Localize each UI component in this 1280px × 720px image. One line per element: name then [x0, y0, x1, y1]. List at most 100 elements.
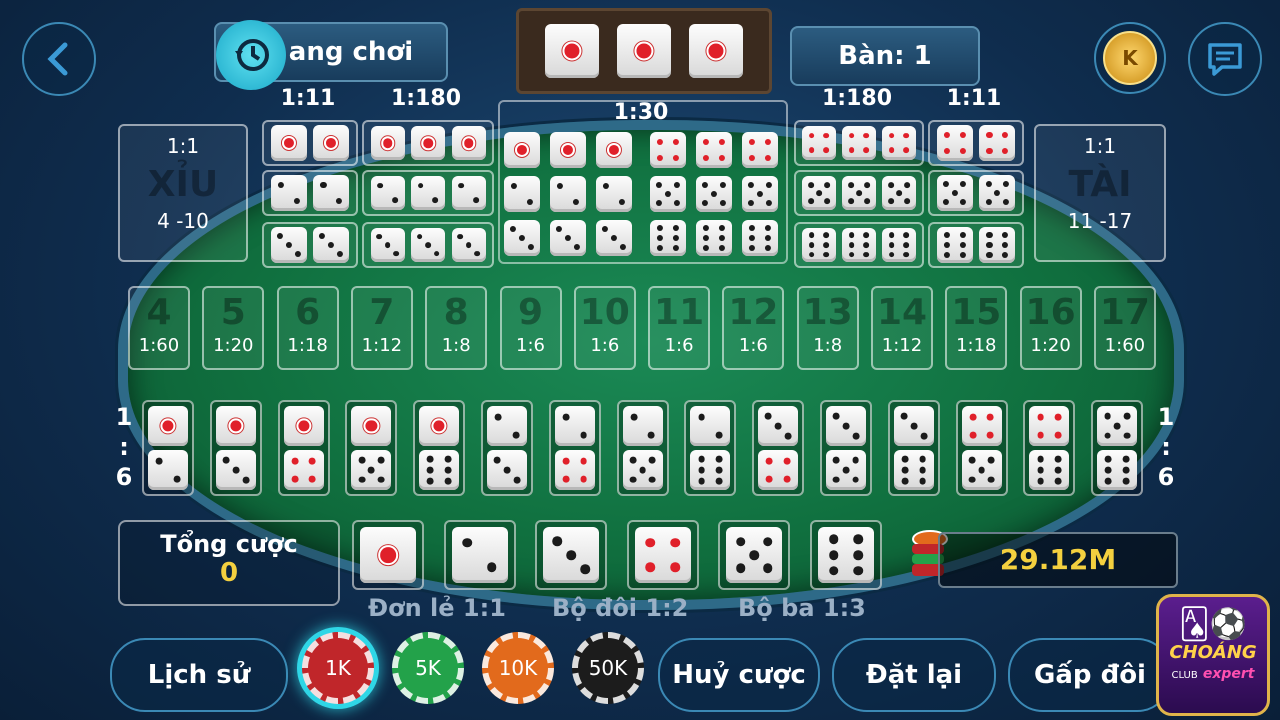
sum-payout: 1:12: [361, 335, 403, 356]
combo-bet-5-6[interactable]: [1091, 400, 1144, 496]
combo-bet-2-4[interactable]: [548, 400, 601, 496]
triple-bet-2[interactable]: [362, 170, 494, 216]
pair-bet-5[interactable]: [928, 170, 1024, 216]
chip-10k[interactable]: 10K: [482, 632, 554, 704]
die-face-4: [554, 450, 595, 490]
cancel-bet-button[interactable]: Huỷ cược: [658, 638, 820, 712]
chip-label: 50K: [588, 656, 628, 680]
pair-bet-3[interactable]: [262, 222, 358, 268]
die-face-4: [1029, 406, 1070, 446]
die-face-3: [893, 406, 934, 446]
die-face-4: [936, 125, 973, 161]
pair-right-ratio: 1:11: [946, 86, 1002, 111]
single-bet-4[interactable]: [626, 520, 699, 590]
triple-bet-1[interactable]: [362, 120, 494, 166]
legend-triple: Bộ ba 1:3: [738, 594, 866, 622]
sum-bet-4[interactable]: 4 1:60: [128, 286, 190, 370]
sum-bet-8[interactable]: 8 1:8: [425, 286, 488, 370]
die-face-3: [313, 227, 350, 263]
chat-button[interactable]: [1188, 22, 1262, 96]
die-face-5: [1097, 406, 1138, 446]
triple-bet-5[interactable]: [794, 170, 924, 216]
combo-bet-3-6[interactable]: [887, 400, 940, 496]
die-face-1: [351, 406, 392, 446]
combo-bet-2-5[interactable]: [616, 400, 669, 496]
die-face-6: [818, 527, 874, 583]
die-face-5: [936, 175, 973, 211]
combo-bet-4-6[interactable]: [1023, 400, 1076, 496]
sum-number: 5: [220, 292, 246, 333]
combo-bet-4-5[interactable]: [955, 400, 1008, 496]
combo-bet-1-5[interactable]: [345, 400, 398, 496]
triple-bet-6[interactable]: [794, 222, 924, 268]
triple-left-ratio: 1:180: [390, 86, 462, 111]
sum-payout: 1:60: [1104, 335, 1146, 356]
combo-bet-1-4[interactable]: [277, 400, 330, 496]
single-bet-3[interactable]: [535, 520, 608, 590]
die-face-5: [826, 450, 866, 490]
total-bet-box: Tổng cược 0: [118, 520, 340, 606]
die-face-1: [451, 126, 486, 160]
die-face-6: [979, 227, 1016, 263]
rolled-die-2: [617, 24, 671, 78]
die-face-6: [690, 450, 731, 490]
die-face-4: [634, 527, 691, 583]
die-face-2: [148, 450, 188, 490]
sum-bet-5[interactable]: 5 1:20: [202, 286, 265, 370]
triple-bet-3[interactable]: [362, 222, 494, 268]
die-face-3: [596, 220, 632, 256]
rolled-die-3: [689, 24, 743, 78]
big-bet-cell[interactable]: 1:1 TÀI 11 -17: [1034, 124, 1166, 262]
pair-bet-4[interactable]: [928, 120, 1024, 166]
small-ratio: 1:1: [166, 134, 200, 158]
die-face-5: [842, 176, 876, 210]
combo-bet-3-4[interactable]: [752, 400, 805, 496]
triple-bet-4[interactable]: [794, 120, 924, 166]
sum-bet-7[interactable]: 7 1:12: [350, 286, 413, 370]
single-bet-2[interactable]: [443, 520, 516, 590]
combo-bet-2-3[interactable]: [481, 400, 533, 496]
history-button[interactable]: Lịch sử: [110, 638, 288, 712]
sum-bet-9[interactable]: 9 1:6: [499, 286, 562, 370]
double-bet-button[interactable]: Gấp đôi: [1008, 638, 1172, 712]
sum-number: 7: [369, 292, 395, 333]
small-bet-cell[interactable]: 1:1 XỈU 4 -10: [118, 124, 248, 262]
reset-bet-button[interactable]: Đặt lại: [832, 638, 996, 712]
combo-bet-2-6[interactable]: [684, 400, 737, 496]
coin-icon: K: [1103, 31, 1157, 85]
single-bet-5[interactable]: [718, 520, 791, 590]
chip-label: 5K: [415, 656, 441, 680]
chip-5k[interactable]: 5K: [392, 632, 464, 704]
sum-bet-6[interactable]: 6 1:18: [276, 286, 339, 370]
combo-bet-1-3[interactable]: [209, 400, 262, 496]
sum-payout: 1:6: [664, 335, 694, 356]
combo-bet-3-5[interactable]: [820, 400, 872, 496]
chip-50k[interactable]: 50K: [572, 632, 644, 704]
pair-bet-6[interactable]: [928, 222, 1024, 268]
die-face-3: [451, 228, 486, 262]
single-bet-1[interactable]: [352, 520, 424, 590]
die-face-2: [690, 406, 731, 446]
die-face-2: [270, 175, 307, 211]
sum-bet-16[interactable]: 16 1:20: [1019, 286, 1082, 370]
combo-bet-1-2[interactable]: [142, 400, 194, 496]
coin-button[interactable]: K: [1094, 22, 1166, 94]
die-face-5: [650, 176, 686, 212]
sum-bet-14[interactable]: 14 1:12: [871, 286, 933, 370]
pair-bet-1[interactable]: [262, 120, 358, 166]
combo-bet-1-6[interactable]: [413, 400, 466, 496]
sum-bet-12[interactable]: 12 1:6: [722, 286, 785, 370]
chip-1k[interactable]: 1K: [302, 632, 374, 704]
die-face-6: [696, 220, 732, 256]
history-icon[interactable]: [216, 20, 286, 90]
sum-bet-17[interactable]: 17 1:60: [1093, 286, 1156, 370]
sum-payout: 1:8: [441, 335, 471, 356]
single-bet-6[interactable]: [810, 520, 882, 590]
sum-bet-15[interactable]: 15 1:18: [945, 286, 1008, 370]
pair-bet-2[interactable]: [262, 170, 358, 216]
back-button[interactable]: [22, 22, 96, 96]
die-face-1: [215, 406, 256, 446]
sum-bet-13[interactable]: 13 1:8: [796, 286, 859, 370]
sum-bet-10[interactable]: 10 1:6: [573, 286, 636, 370]
sum-bet-11[interactable]: 11 1:6: [648, 286, 711, 370]
